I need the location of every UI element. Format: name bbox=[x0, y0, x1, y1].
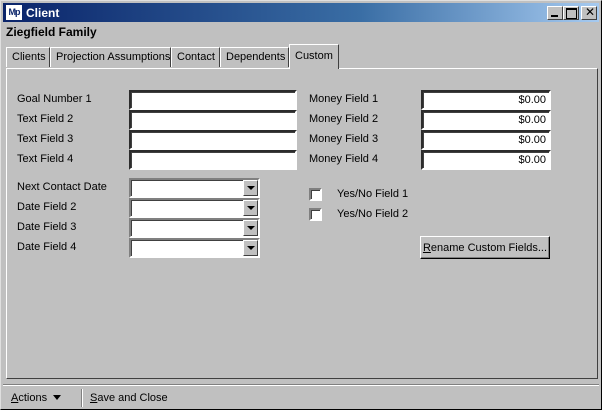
money-field-2-input[interactable]: $0.00 bbox=[421, 110, 551, 130]
next-contact-date-combo[interactable] bbox=[129, 178, 260, 198]
client-window: Mp Client ✕ Ziegfield Family Clients Pro… bbox=[0, 0, 602, 410]
text-field-2-input[interactable] bbox=[129, 110, 297, 130]
text-field-4-label: Text Field 4 bbox=[17, 153, 74, 165]
yes-no-field-1-label: Yes/No Field 1 bbox=[337, 188, 409, 200]
money-field-2-label: Money Field 2 bbox=[309, 113, 379, 125]
goal-number-1-label: Goal Number 1 bbox=[17, 93, 92, 105]
chevron-down-icon bbox=[247, 186, 255, 190]
money-field-3-input[interactable]: $0.00 bbox=[421, 130, 551, 150]
close-icon: ✕ bbox=[585, 5, 596, 19]
money-field-1-input[interactable]: $0.00 bbox=[421, 90, 551, 110]
date-field-2-label: Date Field 2 bbox=[17, 201, 77, 213]
yes-no-field-1-checkbox[interactable] bbox=[309, 188, 322, 201]
money-field-4-label: Money Field 4 bbox=[309, 153, 379, 165]
chevron-down-icon bbox=[247, 246, 255, 250]
tab-custom[interactable]: Custom bbox=[289, 44, 339, 69]
tab-clients[interactable]: Clients bbox=[6, 47, 50, 67]
text-field-4-input[interactable] bbox=[129, 150, 297, 170]
date-field-2-combo[interactable] bbox=[129, 198, 260, 218]
rename-custom-fields-button[interactable]: Rename Custom Fields... bbox=[420, 236, 550, 259]
status-bar: Actions Save and Close bbox=[3, 384, 599, 409]
dropdown-arrow-icon bbox=[53, 395, 62, 400]
tab-strip: Clients Projection Assumptions Contact D… bbox=[6, 44, 596, 69]
chevron-down-icon bbox=[247, 226, 255, 230]
save-label: ave and Close bbox=[97, 392, 168, 404]
actions-label: ctions bbox=[18, 392, 48, 404]
tab-dependents[interactable]: Dependents bbox=[220, 47, 289, 67]
rename-button-label: ename Custom Fields... bbox=[430, 242, 548, 254]
status-separator bbox=[81, 389, 83, 407]
app-logo-icon: Mp bbox=[6, 5, 22, 20]
date-field-3-combo[interactable] bbox=[129, 218, 260, 238]
date-field-3-dropdown-button[interactable] bbox=[243, 220, 258, 236]
minimize-button[interactable] bbox=[547, 6, 563, 20]
chevron-down-icon bbox=[247, 206, 255, 210]
close-button[interactable]: ✕ bbox=[581, 5, 597, 20]
family-name: Ziegfield Family bbox=[6, 25, 97, 39]
tab-contact[interactable]: Contact bbox=[171, 47, 220, 67]
date-field-3-label: Date Field 3 bbox=[17, 221, 77, 233]
title-bar[interactable]: Mp Client ✕ bbox=[3, 3, 599, 22]
maximize-button[interactable] bbox=[563, 6, 579, 20]
date-field-4-label: Date Field 4 bbox=[17, 241, 77, 253]
maximize-icon bbox=[566, 8, 577, 19]
date-field-2-dropdown-button[interactable] bbox=[243, 200, 258, 216]
text-field-2-label: Text Field 2 bbox=[17, 113, 74, 125]
actions-menu-button[interactable]: Actions bbox=[11, 392, 62, 404]
date-field-4-combo[interactable] bbox=[129, 238, 260, 258]
next-contact-date-dropdown-button[interactable] bbox=[243, 180, 258, 196]
date-field-4-dropdown-button[interactable] bbox=[243, 240, 258, 256]
money-field-1-label: Money Field 1 bbox=[309, 93, 379, 105]
text-field-3-input[interactable] bbox=[129, 130, 297, 150]
yes-no-field-2-checkbox[interactable] bbox=[309, 208, 322, 221]
minimize-icon bbox=[551, 15, 558, 17]
money-field-4-input[interactable]: $0.00 bbox=[421, 150, 551, 170]
rename-button-mnemonic: R bbox=[422, 242, 431, 254]
money-field-3-label: Money Field 3 bbox=[309, 133, 379, 145]
yes-no-field-2-label: Yes/No Field 2 bbox=[337, 208, 409, 220]
tab-projection-assumptions[interactable]: Projection Assumptions bbox=[50, 47, 171, 67]
window-title: Client bbox=[26, 6, 60, 20]
save-and-close-button[interactable]: Save and Close bbox=[90, 392, 168, 404]
next-contact-date-label: Next Contact Date bbox=[17, 181, 107, 193]
goal-number-1-input[interactable] bbox=[129, 90, 297, 110]
text-field-3-label: Text Field 3 bbox=[17, 133, 74, 145]
